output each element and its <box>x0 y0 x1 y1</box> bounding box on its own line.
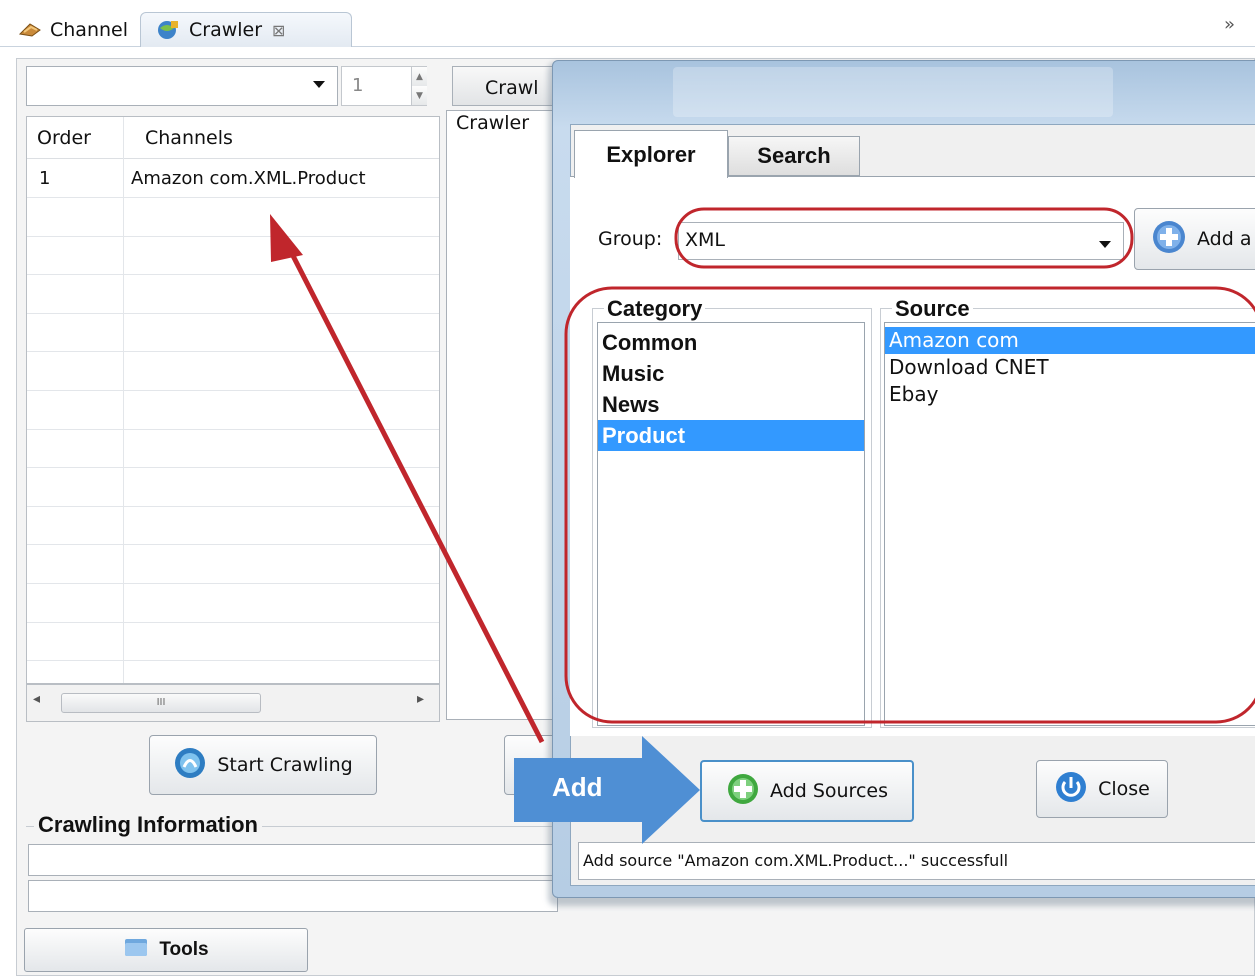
crawling-info-field-2 <box>28 880 558 912</box>
source-legend: Source <box>892 296 973 322</box>
column-divider <box>123 117 124 683</box>
grid-row-line <box>27 428 439 430</box>
source-item-download-cnet[interactable]: Download CNET <box>885 354 1255 381</box>
tab-search[interactable]: Search <box>728 136 860 176</box>
category-legend: Category <box>604 296 706 322</box>
source-item-ebay[interactable]: Ebay <box>885 381 1255 408</box>
add-sources-button[interactable]: Add Sources <box>700 760 914 822</box>
header-channels[interactable]: Channels <box>145 127 233 149</box>
category-item-product[interactable]: Product <box>598 420 864 451</box>
category-item-news[interactable]: News <box>598 389 864 420</box>
crawler-icon <box>155 18 181 42</box>
tab-crawler-label: Crawler <box>189 19 263 41</box>
group-label: Group: <box>598 228 663 250</box>
crawl-tab-label: Crawl <box>485 77 539 99</box>
close-label: Close <box>1098 778 1150 800</box>
dialog-status-text: Add source "Amazon com.XML.Product..." s… <box>578 842 1255 880</box>
chevron-down-icon[interactable] <box>1098 236 1112 250</box>
tab-crawler[interactable]: Crawler ⊠ <box>140 12 352 47</box>
tab-search-label: Search <box>757 143 831 168</box>
source-list[interactable]: Amazon com Download CNET Ebay <box>884 322 1255 726</box>
tab-channel[interactable]: Channel <box>18 12 128 47</box>
channel-filter-combo[interactable] <box>26 66 338 106</box>
channel-icon <box>18 20 42 40</box>
table-row[interactable]: 1 Amazon com.XML.Product <box>27 159 439 197</box>
grid-row-line <box>27 505 439 507</box>
grid-row-line <box>27 312 439 314</box>
category-item-common[interactable]: Common <box>598 327 864 358</box>
table-header: Order Channels <box>27 117 439 159</box>
dialog-title-bar[interactable] <box>673 67 1113 117</box>
group-select-value: XML <box>685 229 725 251</box>
folder-icon <box>123 936 149 964</box>
close-icon[interactable]: ⊠ <box>272 21 285 40</box>
grid-row-line <box>27 390 439 391</box>
spinner-down-icon[interactable]: ▼ <box>411 86 427 105</box>
scroll-left-icon[interactable]: ◂ <box>33 691 40 707</box>
category-list[interactable]: Common Music News Product <box>597 322 865 726</box>
tab-explorer[interactable]: Explorer <box>574 130 728 178</box>
crawl-start-icon <box>173 746 207 785</box>
horizontal-scrollbar[interactable]: ◂ III ▸ <box>26 684 440 722</box>
add-group-button[interactable]: Add a <box>1134 208 1255 270</box>
grid-row-line <box>27 621 439 623</box>
row-channel: Amazon com.XML.Product <box>131 168 366 189</box>
grid-row-line <box>27 274 439 276</box>
grid-row-line <box>27 351 439 353</box>
power-icon <box>1054 770 1088 809</box>
chevrons-icon[interactable]: » <box>1224 14 1235 35</box>
spinner-up-icon[interactable]: ▲ <box>411 67 427 86</box>
plus-circle-icon <box>1151 219 1187 260</box>
grid-row-line <box>27 660 439 662</box>
crawling-info-field-1 <box>28 844 558 876</box>
plus-circle-icon <box>726 772 760 811</box>
grid-row-line <box>27 467 439 469</box>
crawling-information-title: Crawling Information <box>34 812 262 838</box>
group-select[interactable]: XML <box>678 222 1124 260</box>
scroll-right-icon[interactable]: ▸ <box>417 691 424 707</box>
tab-explorer-label: Explorer <box>606 141 696 167</box>
tools-button[interactable]: Tools <box>24 928 308 972</box>
grid-row-line <box>27 583 439 584</box>
chevron-down-icon[interactable] <box>312 76 326 90</box>
tools-label: Tools <box>159 939 209 960</box>
tab-channel-label: Channel <box>50 18 129 41</box>
scroll-thumb[interactable]: III <box>61 693 261 713</box>
header-order[interactable]: Order <box>37 127 91 149</box>
grid-row-line <box>27 197 439 198</box>
channels-table: Order Channels 1 Amazon com.XML.Product <box>26 116 440 684</box>
start-crawling-button[interactable]: Start Crawling <box>149 735 377 795</box>
source-item-amazon[interactable]: Amazon com <box>885 327 1255 354</box>
add-group-label: Add a <box>1197 228 1252 250</box>
add-sources-label: Add Sources <box>770 780 888 802</box>
spinner-value: 1 <box>352 75 364 96</box>
row-order: 1 <box>39 168 51 189</box>
start-crawling-label: Start Crawling <box>217 754 353 776</box>
crawler-label: Crawler <box>456 112 530 134</box>
grid-row-line <box>27 544 439 546</box>
close-button[interactable]: Close <box>1036 760 1168 818</box>
category-item-music[interactable]: Music <box>598 358 864 389</box>
grid-row-line <box>27 235 439 237</box>
add-callout-label: Add <box>552 772 603 802</box>
